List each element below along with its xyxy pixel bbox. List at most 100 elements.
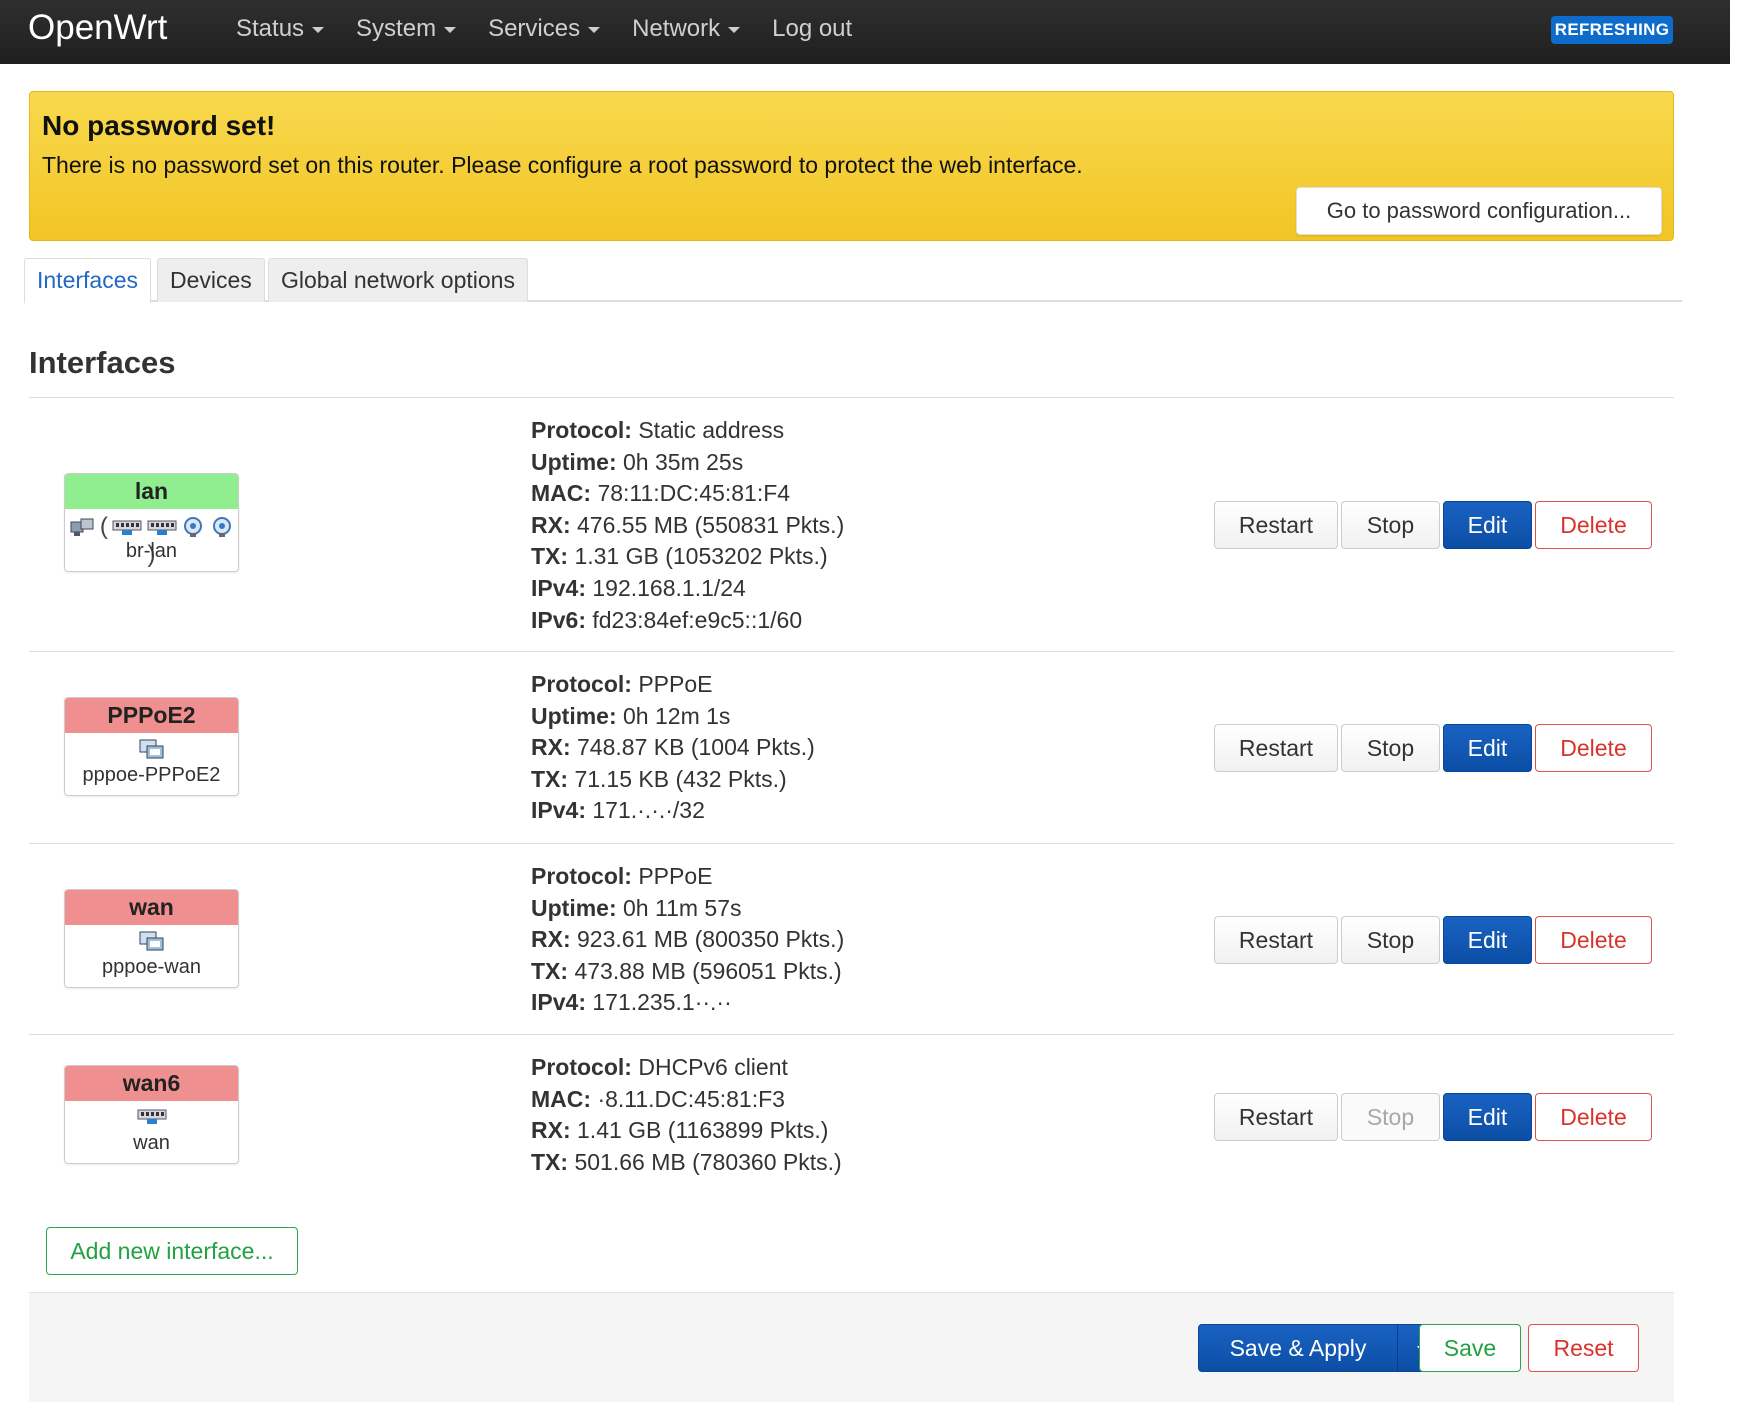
edit-button[interactable]: Edit — [1443, 1093, 1532, 1141]
device-icons: ( ) — [65, 509, 238, 568]
edit-button[interactable]: Edit — [1443, 501, 1532, 549]
save-apply-button[interactable]: Save & Apply — [1198, 1324, 1443, 1372]
interface-device: pppoe-PPPoE2 — [82, 764, 221, 786]
device-icons — [65, 925, 238, 955]
stop-button[interactable]: Stop — [1341, 501, 1440, 549]
interface-status-wan6: Protocol: DHCPv6 client MAC: ·8.11.DC:45… — [531, 1052, 842, 1178]
status-key: TX: — [531, 543, 569, 570]
status-value: 1.41 GB (1163899 Pkts.) — [577, 1117, 829, 1144]
divider — [29, 1034, 1674, 1035]
tab-interfaces[interactable]: Interfaces — [24, 258, 151, 304]
row-actions-wan6: Restart Stop Edit Delete — [1214, 1093, 1655, 1141]
delete-button[interactable]: Delete — [1535, 916, 1652, 964]
delete-button[interactable]: Delete — [1535, 1093, 1652, 1141]
status-key: Protocol: — [531, 1054, 632, 1080]
status-key: IPv4: — [531, 797, 586, 824]
footer-actions: Save & Apply Save Reset — [29, 1292, 1674, 1402]
top-navbar: OpenWrt Status System Services Network L… — [0, 0, 1744, 64]
status-value: 171.235.1··.·· — [592, 989, 732, 1016]
paren: ( — [99, 513, 108, 540]
interface-name: wan6 — [65, 1066, 238, 1101]
restart-button[interactable]: Restart — [1214, 916, 1338, 964]
status-key: Protocol: — [531, 417, 632, 443]
go-to-password-button[interactable]: Go to password configuration... — [1296, 187, 1662, 235]
switch-icon — [147, 520, 177, 535]
interface-status-wan: Protocol: PPPoE Uptime: 0h 11m 57s RX: 9… — [531, 861, 844, 1019]
divider — [29, 651, 1674, 652]
status-line: Protocol: DHCPv6 client — [531, 1052, 842, 1084]
chevron-down-icon — [588, 26, 601, 33]
status-line: RX: 748.87 KB (1004 Pkts.) — [531, 732, 815, 764]
stop-button[interactable]: Stop — [1341, 724, 1440, 772]
interface-device: wan — [133, 1132, 170, 1154]
scrollbar[interactable] — [1730, 0, 1744, 1417]
status-value: ·8.11.DC:45:81:F3 — [597, 1085, 785, 1112]
status-value: 0h 12m 1s — [623, 702, 731, 729]
status-key: Uptime: — [531, 448, 617, 475]
status-line: IPv4: 192.168.1.1/24 — [531, 573, 844, 605]
menu-system[interactable]: System — [340, 0, 472, 64]
restart-button[interactable]: Restart — [1214, 724, 1338, 772]
status-value: 0h 11m 57s — [623, 894, 742, 921]
menu-label: Log out — [772, 15, 853, 42]
switch-icon — [112, 520, 142, 535]
interface-name: wan — [65, 890, 238, 925]
delete-button[interactable]: Delete — [1535, 501, 1652, 549]
chevron-down-icon — [312, 26, 325, 33]
switch-icon — [137, 1109, 166, 1124]
interface-badge-lan: lan ( ) br-lan — [64, 473, 239, 572]
status-value: PPPoE — [638, 863, 713, 889]
delete-button[interactable]: Delete — [1535, 724, 1652, 772]
status-key: RX: — [531, 926, 571, 953]
interface-device: pppoe-wan — [102, 956, 201, 978]
interface-name: lan — [65, 474, 238, 509]
menu-logout[interactable]: Log out — [756, 0, 868, 64]
edit-button[interactable]: Edit — [1443, 916, 1532, 964]
status-line: Uptime: 0h 35m 25s — [531, 447, 844, 479]
status-key: MAC: — [531, 1085, 592, 1112]
status-line: Protocol: Static address — [531, 415, 844, 447]
reset-button[interactable]: Reset — [1528, 1324, 1639, 1372]
status-value: DHCPv6 client — [638, 1054, 788, 1080]
row-actions-lan: Restart Stop Edit Delete — [1214, 501, 1655, 549]
status-line: RX: 1.41 GB (1163899 Pkts.) — [531, 1115, 842, 1147]
status-key: Protocol: — [531, 863, 632, 889]
status-line: IPv6: fd23:84ef:e9c5::1/60 — [531, 605, 844, 637]
row-actions-wan: Restart Stop Edit Delete — [1214, 916, 1655, 964]
status-key: Protocol: — [531, 671, 632, 697]
status-line: RX: 923.61 MB (800350 Pkts.) — [531, 924, 844, 956]
interface-status-pppoe2: Protocol: PPPoE Uptime: 0h 12m 1s RX: 74… — [531, 669, 815, 827]
chevron-down-icon — [444, 26, 457, 33]
status-value: 171.·.·.·/32 — [592, 797, 705, 824]
chevron-down-icon — [728, 26, 741, 33]
status-key: Uptime: — [531, 894, 617, 921]
add-new-interface-button[interactable]: Add new interface... — [46, 1227, 298, 1275]
status-key: TX: — [531, 1148, 569, 1175]
interface-status-lan: Protocol: Static address Uptime: 0h 35m … — [531, 415, 844, 636]
refreshing-badge[interactable]: REFRESHING — [1551, 16, 1673, 44]
device-icons — [65, 733, 238, 763]
tab-global-network-options[interactable]: Global network options — [268, 258, 528, 302]
stop-button[interactable]: Stop — [1341, 916, 1440, 964]
menu-label: Status — [236, 15, 305, 42]
brand-logo[interactable]: OpenWrt — [28, 8, 167, 48]
status-key: RX: — [531, 1117, 571, 1144]
restart-button[interactable]: Restart — [1214, 1093, 1338, 1141]
stop-button: Stop — [1341, 1093, 1440, 1141]
device-icons — [65, 1101, 238, 1131]
menu-label: Network — [632, 15, 721, 42]
restart-button[interactable]: Restart — [1214, 501, 1338, 549]
save-apply-label[interactable]: Save & Apply — [1199, 1325, 1397, 1371]
status-value: 1.31 GB (1053202 Pkts.) — [574, 543, 828, 570]
status-line: TX: 71.15 KB (432 Pkts.) — [531, 764, 815, 796]
edit-button[interactable]: Edit — [1443, 724, 1532, 772]
menu-network[interactable]: Network — [616, 0, 756, 64]
menu-services[interactable]: Services — [472, 0, 616, 64]
status-line: TX: 473.88 MB (596051 Pkts.) — [531, 956, 844, 988]
status-value: 78:11:DC:45:81:F4 — [597, 480, 791, 507]
status-value: Static address — [638, 417, 785, 443]
tab-devices[interactable]: Devices — [157, 258, 265, 302]
no-password-alert: No password set! There is no password se… — [29, 91, 1674, 241]
menu-status[interactable]: Status — [220, 0, 340, 64]
save-button[interactable]: Save — [1419, 1324, 1521, 1372]
